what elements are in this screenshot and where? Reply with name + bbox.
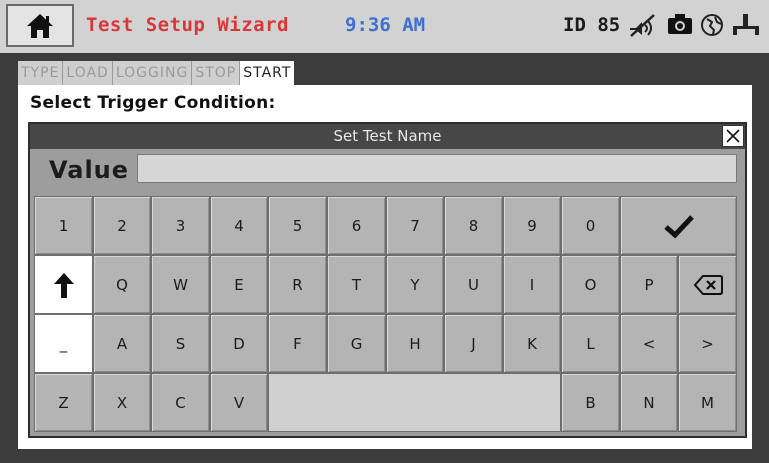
key-0[interactable]: 0	[561, 196, 620, 255]
key-b[interactable]: B	[561, 373, 620, 432]
mute-icon[interactable]	[627, 13, 657, 37]
key-v[interactable]: V	[210, 373, 268, 432]
shift-arrow-icon	[53, 272, 74, 298]
backspace-key[interactable]	[678, 255, 737, 314]
key-a[interactable]: A	[93, 314, 151, 373]
key-3[interactable]: 3	[151, 196, 210, 255]
key-m[interactable]: M	[678, 373, 737, 432]
clock: 9:36 AM	[345, 14, 426, 36]
key-1[interactable]: 1	[34, 196, 93, 255]
key-i[interactable]: I	[503, 255, 561, 314]
device-id: ID 85	[563, 14, 621, 36]
key-l[interactable]: L	[561, 314, 620, 373]
key-2[interactable]: 2	[93, 196, 151, 255]
trigger-prompt: Select Trigger Condition:	[30, 93, 276, 113]
key-t[interactable]: T	[327, 255, 386, 314]
key-p[interactable]: P	[620, 255, 678, 314]
tab-stop[interactable]: STOP	[192, 61, 241, 85]
key-j[interactable]: J	[444, 314, 503, 373]
key-7[interactable]: 7	[386, 196, 444, 255]
usb-icon[interactable]	[731, 13, 761, 37]
dialog-title: Set Test Name	[30, 124, 745, 149]
close-icon	[726, 129, 740, 143]
network-icon[interactable]	[700, 13, 724, 37]
key-y[interactable]: Y	[386, 255, 444, 314]
key-d[interactable]: D	[210, 314, 268, 373]
key-9[interactable]: 9	[503, 196, 561, 255]
enter-key[interactable]	[620, 196, 737, 255]
value-label: Value	[49, 156, 130, 184]
key-less-than[interactable]: <	[620, 314, 678, 373]
wizard-tabs: TYPE LOAD LOGGING STOP START	[18, 61, 295, 85]
tab-type[interactable]: TYPE	[18, 61, 64, 85]
top-bar: Test Setup Wizard 9:36 AM ID 85	[0, 0, 769, 53]
close-button[interactable]	[722, 125, 744, 147]
key-e[interactable]: E	[210, 255, 268, 314]
name-entry-dialog: Set Test Name Value 1 2 3 4 5 6 7 8 9 0	[28, 122, 747, 438]
key-s[interactable]: S	[151, 314, 210, 373]
key-f[interactable]: F	[268, 314, 327, 373]
key-x[interactable]: X	[93, 373, 151, 432]
key-k[interactable]: K	[503, 314, 561, 373]
shift-key[interactable]	[34, 255, 93, 314]
checkmark-icon	[663, 214, 694, 238]
key-z[interactable]: Z	[34, 373, 93, 432]
key-5[interactable]: 5	[268, 196, 327, 255]
tab-logging[interactable]: LOGGING	[112, 61, 193, 85]
key-h[interactable]: H	[386, 314, 444, 373]
key-w[interactable]: W	[151, 255, 210, 314]
key-q[interactable]: Q	[93, 255, 151, 314]
space-key[interactable]	[268, 373, 561, 432]
key-greater-than[interactable]: >	[678, 314, 737, 373]
home-icon	[27, 13, 53, 38]
backspace-icon	[693, 274, 723, 295]
value-input[interactable]	[137, 154, 737, 183]
key-6[interactable]: 6	[327, 196, 386, 255]
on-screen-keyboard: 1 2 3 4 5 6 7 8 9 0 Q W E R T Y U I O P	[34, 196, 741, 432]
key-r[interactable]: R	[268, 255, 327, 314]
camera-icon[interactable]	[667, 13, 693, 35]
key-c[interactable]: C	[151, 373, 210, 432]
key-underscore[interactable]: _	[34, 314, 93, 373]
wizard-title: Test Setup Wizard	[86, 14, 289, 36]
home-button[interactable]	[6, 4, 74, 47]
tab-start[interactable]: START	[240, 61, 295, 85]
tab-load[interactable]: LOAD	[63, 61, 113, 85]
key-o[interactable]: O	[561, 255, 620, 314]
key-4[interactable]: 4	[210, 196, 268, 255]
key-u[interactable]: U	[444, 255, 503, 314]
key-n[interactable]: N	[620, 373, 678, 432]
key-g[interactable]: G	[327, 314, 386, 373]
key-8[interactable]: 8	[444, 196, 503, 255]
